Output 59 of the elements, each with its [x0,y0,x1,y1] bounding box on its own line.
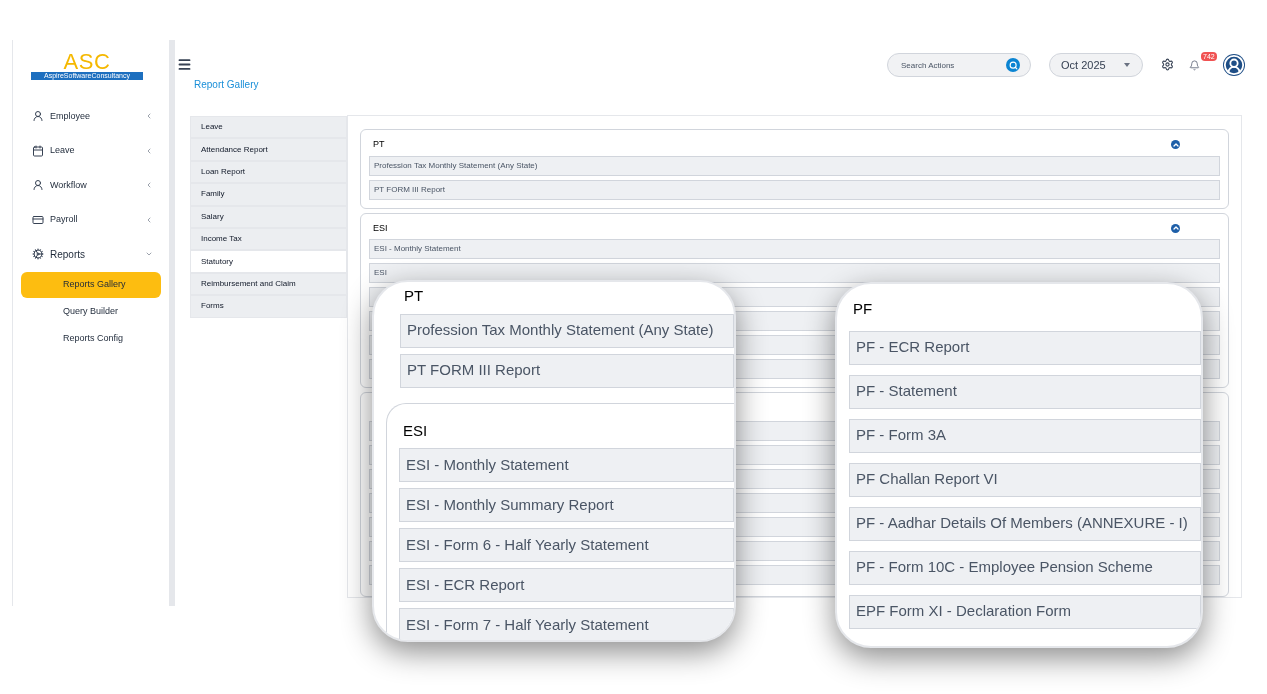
search-field[interactable]: Search Actions [887,53,1031,77]
person-icon [32,110,44,123]
report-item[interactable]: PF - ECR Report [849,330,1201,365]
report-item[interactable]: PF Challan Report VI [849,462,1201,497]
report-item[interactable]: PF - Statement [849,374,1201,409]
calendar-icon [32,144,44,157]
person-icon [32,179,44,192]
report-item[interactable]: ESI - Form 6 - Half Yearly Statement [399,528,734,562]
report-item[interactable]: Profession Tax Monthly Statement (Any State) [369,155,1220,176]
category-tab[interactable]: Salary [190,205,347,228]
report-item[interactable]: ESI [369,263,1220,283]
sidebar-item[interactable]: Payroll [13,202,169,237]
report-item[interactable]: PT FORM III Report [400,353,734,388]
chevron-left-icon [145,146,153,155]
report-item[interactable]: ESI - Form 7 - Half Yearly Statement [399,608,734,640]
report-item[interactable]: PF - Form 10C - Employee Pension Scheme [849,550,1201,585]
avatar-icon[interactable] [1223,54,1245,76]
sidebar-subitem[interactable]: Query Builder [21,298,161,325]
report-item[interactable]: PT FORM III Report [369,179,1220,200]
settings-icon[interactable] [1161,58,1174,71]
category-tab[interactable]: Forms [190,295,347,318]
report-item[interactable]: ESI - Monthly Statement [369,239,1220,259]
chevron-left-icon [145,112,153,121]
card-icon [32,213,44,226]
category-tab[interactable]: Attendance Report [190,138,347,161]
page-title: Report Gallery [194,78,260,92]
section-title: ESI [402,420,429,441]
period-dropdown[interactable]: Oct 2025 [1049,53,1143,77]
collapse-icon[interactable] [1171,140,1180,150]
section-title: PF [852,299,874,319]
gear-icon [32,248,44,261]
report-item[interactable]: PF - Form 3A [849,418,1201,453]
sidebar-item[interactable]: Reports [13,237,169,272]
sidebar-subitem[interactable]: Reports Config [21,325,161,352]
category-tab[interactable]: Loan Report [190,160,347,184]
section-title: PT [403,286,425,306]
menu-icon[interactable] [177,57,192,72]
chevron-left-icon [145,181,153,190]
sidebar-item[interactable]: Leave [13,133,169,168]
report-item[interactable]: PF - Aadhar Details Of Members (ANNEXURE - I) [849,506,1201,541]
sidebar-subitem[interactable]: Reports Gallery [21,271,161,298]
category-tab[interactable]: Statutory [190,250,347,273]
report-item[interactable]: ESI - Monthly Summary Report [399,488,734,522]
category-tab[interactable]: Family [190,183,347,206]
section-title: PT [373,138,385,151]
bell-icon[interactable] [1189,60,1200,71]
report-item[interactable]: ESI - ECR Report [399,568,734,602]
collapse-icon[interactable] [1171,223,1180,233]
caret-icon [1124,63,1130,67]
category-tab[interactable]: Income Tax [190,227,347,251]
category-tab[interactable]: Leave [190,116,347,139]
section-title: ESI [373,221,388,235]
category-tab[interactable]: Reimbursement and Claim [190,272,347,296]
sidebar-item[interactable]: Workflow [13,168,169,203]
report-item[interactable]: Profession Tax Monthly Statement (Any State) [400,313,734,348]
report-item[interactable]: ESI - Monthly Statement [399,448,734,482]
sidebar-item[interactable]: Employee [13,99,169,134]
chevron-left-icon [145,215,153,224]
report-item[interactable]: EPF Form XI - Declaration Form [849,594,1201,629]
